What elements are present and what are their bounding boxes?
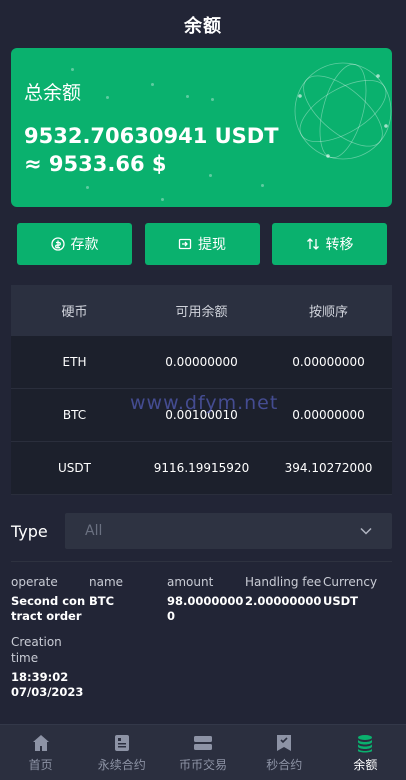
- type-selected-value: All: [85, 523, 103, 539]
- cell-coin: BTC: [62, 408, 87, 422]
- watermark: www.dfym.net: [130, 392, 279, 414]
- deposit-icon: [50, 237, 65, 251]
- withdraw-button[interactable]: 提现: [144, 223, 260, 265]
- rec-header-fee: Handling fee: [245, 575, 322, 589]
- action-buttons: 存款 提现 转移: [17, 223, 387, 265]
- tab-label: 秒合约: [266, 757, 303, 772]
- col-available: 可用余额: [175, 305, 228, 320]
- withdraw-label: 提现: [198, 237, 226, 253]
- col-coin: 硬币: [61, 305, 88, 320]
- deposit-label: 存款: [70, 237, 99, 253]
- rec-header-currency: Currency: [323, 575, 378, 589]
- rec-header-operate: operate: [11, 575, 58, 589]
- table-row: USDT 9116.19915920 394.10272000: [11, 442, 392, 495]
- globe-icon: [294, 62, 392, 160]
- balance-usd: ≈ 9533.66 $: [24, 152, 167, 176]
- home-icon: [32, 734, 49, 751]
- rec-name: BTC: [89, 594, 115, 608]
- transfer-button[interactable]: 转移: [272, 223, 387, 265]
- balance-usdt: 9532.70630941 USDT: [24, 124, 279, 148]
- rec-fee: 2.00000000: [245, 594, 322, 608]
- cell-available: 9116.19915920: [153, 461, 250, 475]
- rec-header-creation-time: Creation time: [11, 635, 62, 665]
- balance-icon: [358, 734, 373, 752]
- bottom-tabbar: 首页 永续合约 币币交易 秒合约 余额: [0, 724, 406, 780]
- transfer-icon: [306, 238, 319, 250]
- withdraw-icon: [178, 238, 192, 250]
- cell-coin: USDT: [58, 461, 91, 475]
- table-row: ETH 0.00000000 0.00000000: [11, 336, 392, 389]
- record-item: operate name amount Handling fee Currenc…: [11, 574, 392, 624]
- tab-label: 币币交易: [179, 757, 228, 772]
- type-label: Type: [11, 521, 48, 541]
- tab-label: 余额: [353, 757, 378, 772]
- type-filter: Type All: [11, 513, 392, 549]
- tab-label: 永续合约: [97, 757, 146, 772]
- rec-creation-time: 18:39:02 07/03/2023: [11, 670, 84, 699]
- rec-operate: Second contract order: [11, 594, 86, 623]
- cell-in-order: 0.00000000: [292, 408, 365, 422]
- contract-icon: [114, 734, 129, 751]
- tab-balance[interactable]: 余额: [325, 725, 406, 780]
- cell-in-order: 0.00000000: [292, 355, 365, 369]
- rec-currency: USDT: [323, 594, 359, 608]
- transfer-label: 转移: [325, 237, 354, 253]
- type-select[interactable]: All: [65, 513, 392, 549]
- tab-label: 首页: [28, 757, 53, 772]
- tab-second-contract[interactable]: 秒合约: [244, 725, 325, 780]
- cell-in-order: 394.10272000: [284, 461, 373, 475]
- balance-card: 总余额 9532.70630941 USDT ≈ 9533.66 $: [11, 48, 392, 207]
- table-header: 硬币 可用余额 按顺序: [11, 285, 392, 336]
- cell-coin: ETH: [62, 355, 87, 369]
- tab-home[interactable]: 首页: [0, 725, 81, 780]
- exchange-icon: [194, 735, 212, 750]
- deposit-button[interactable]: 存款: [17, 223, 132, 265]
- balance-label: 总余额: [24, 82, 82, 104]
- col-in-order: 按顺序: [308, 305, 348, 320]
- rec-amount: 98.00000000: [167, 594, 244, 623]
- divider: [11, 561, 392, 562]
- cell-available: 0.00000000: [165, 355, 238, 369]
- rec-header-name: name: [89, 575, 124, 589]
- rec-header-amount: amount: [167, 575, 214, 589]
- chevron-down-icon: [360, 527, 372, 535]
- page-title: 余额: [184, 16, 222, 37]
- tab-perpetual-contract[interactable]: 永续合约: [81, 725, 162, 780]
- records-list: operate name amount Handling fee Currenc…: [11, 574, 392, 700]
- balance-table: 硬币 可用余额 按顺序 ETH 0.00000000 0.00000000 BT…: [11, 285, 392, 495]
- tab-exchange[interactable]: 币币交易: [162, 725, 243, 780]
- second-contract-icon: [277, 734, 292, 751]
